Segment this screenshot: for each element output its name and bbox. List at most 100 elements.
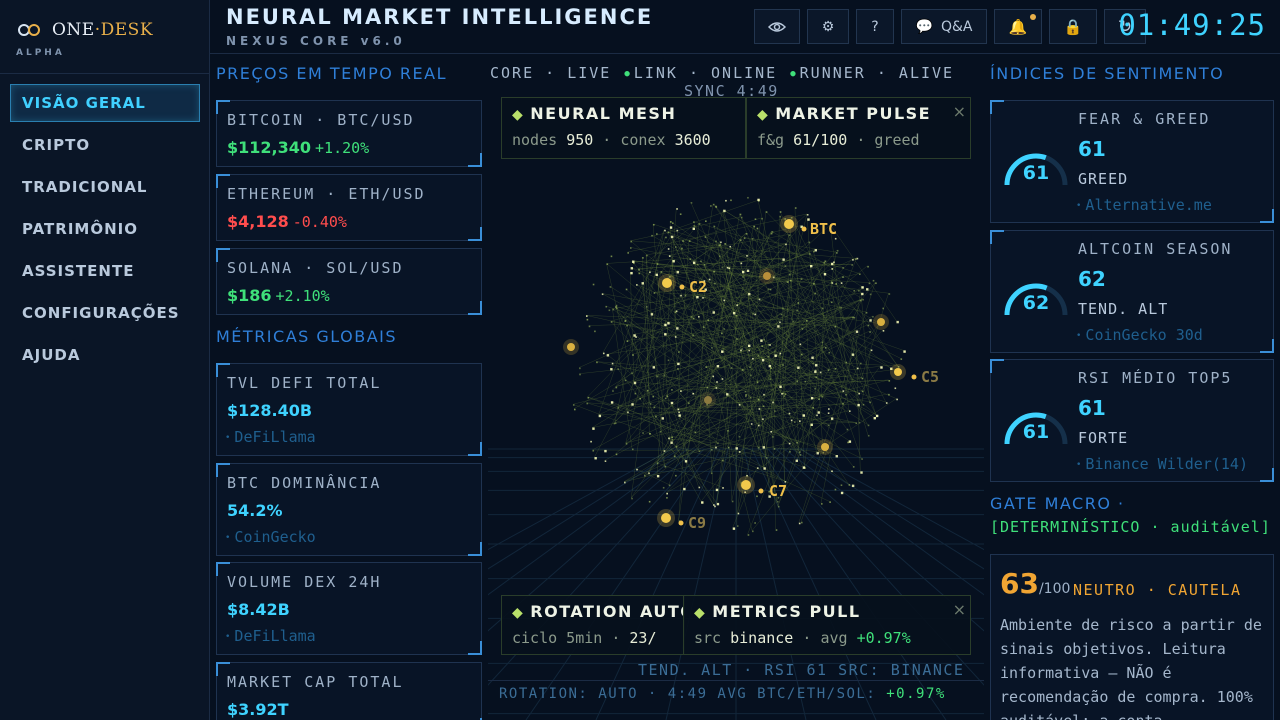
mesh-node: [723, 209, 726, 213]
panel-rotation-auto[interactable]: ROTATION AUTO ciclo 5min · 23/: [501, 595, 685, 655]
mesh-node: [834, 237, 837, 240]
hub-label-c9[interactable]: C9: [688, 514, 706, 532]
mesh-node: [785, 243, 787, 246]
mesh-node: [739, 213, 742, 216]
close-icon[interactable]: ×: [953, 600, 966, 619]
mesh-node: [787, 281, 789, 283]
gauge-card-altcoin-season[interactable]: 62 ALTCOIN SEASON 62 TEND. ALT CoinGecko…: [990, 230, 1274, 353]
mesh-node: [821, 341, 824, 344]
sidebar-item-cripto[interactable]: CRIPTO: [10, 126, 200, 164]
price-card-btc[interactable]: BITCOIN · BTC/USD $112,340 +1.20%: [216, 100, 482, 167]
mesh-node: [634, 392, 637, 395]
page-title: NEURAL MARKET INTELLIGENCE: [226, 5, 654, 29]
panel-market-pulse[interactable]: MARKET PULSE × f&g 61/100 · greed: [746, 97, 971, 159]
price-value: $4,128 -0.40%: [227, 212, 347, 231]
mesh-node: [689, 258, 692, 260]
mesh-node: [827, 369, 830, 372]
hub-label-btc[interactable]: BTC: [810, 220, 837, 238]
mesh-node: [624, 379, 627, 382]
mesh-node: [723, 299, 726, 302]
gauge-rsi-icon: 61: [1004, 412, 1068, 445]
mesh-node: [823, 262, 826, 264]
sidebar: ONE·DESK ALPHA VISÃO GERAL CRIPTO TRADIC…: [0, 0, 210, 720]
qa-button[interactable]: 💬 Q&A: [901, 9, 987, 44]
metric-card-btc-dominance[interactable]: BTC DOMINÂNCIA 54.2% CoinGecko: [216, 463, 482, 556]
panel-neural-mesh[interactable]: NEURAL MESH nodes 950 · conex 3600: [501, 97, 746, 159]
mesh-node: [617, 368, 620, 370]
mesh-node: [824, 347, 827, 349]
metric-card-tvl[interactable]: TVL DEFI TOTAL $128.40B DeFiLlama: [216, 363, 482, 456]
metric-card-dex-volume[interactable]: VOLUME DEX 24H $8.42B DeFiLlama: [216, 562, 482, 655]
mesh-node: [694, 431, 697, 434]
mesh-edge: [623, 377, 862, 483]
sidebar-item-tradicional[interactable]: TRADICIONAL: [10, 168, 200, 206]
mesh-node: [774, 410, 776, 412]
sidebar-item-assistente[interactable]: ASSISTENTE: [10, 252, 200, 290]
mesh-node: [646, 254, 648, 257]
mesh-node: [821, 395, 823, 398]
mesh-node: [804, 380, 807, 383]
mesh-edge: [652, 223, 672, 440]
mesh-node: [762, 405, 765, 408]
mesh-node: [833, 261, 835, 264]
gauge-state: TEND. ALT: [1078, 300, 1169, 318]
mesh-node: [688, 402, 690, 404]
notifications-button[interactable]: 🔔: [994, 9, 1042, 44]
price-card-eth[interactable]: ETHEREUM · ETH/USD $4,128 -0.40%: [216, 174, 482, 241]
close-icon[interactable]: ×: [953, 102, 966, 121]
hub-label-c7[interactable]: C7: [769, 482, 787, 500]
sidebar-item-visao-geral[interactable]: VISÃO GERAL: [10, 84, 200, 122]
mesh-node: [680, 390, 682, 392]
mesh-node: [767, 355, 770, 358]
mesh-node: [770, 430, 772, 433]
help-button[interactable]: ?: [856, 9, 894, 44]
mesh-node: [631, 372, 633, 375]
notification-dot: [1030, 14, 1036, 20]
metric-card-market-cap[interactable]: MARKET CAP TOTAL $3.92T: [216, 662, 482, 720]
mesh-node: [761, 217, 763, 220]
mesh-node: [821, 307, 824, 310]
mesh-node: [760, 339, 763, 342]
settings-button[interactable]: ⚙: [807, 9, 849, 44]
gauge-value: 61: [1078, 137, 1106, 161]
price-label: SOLANA · SOL/USD: [227, 259, 404, 277]
mesh-node: [774, 354, 777, 357]
price-card-sol[interactable]: SOLANA · SOL/USD $186 +2.10%: [216, 248, 482, 315]
mesh-node: [727, 446, 730, 449]
mesh-node: [779, 352, 782, 355]
logo[interactable]: ONE·DESK: [18, 20, 153, 40]
gauge-card-rsi[interactable]: 61 RSI MÉDIO TOP5 61 FORTE Binance Wilde…: [990, 359, 1274, 482]
metric-value: $8.42B: [227, 600, 290, 619]
hub-node: [784, 219, 794, 229]
mesh-node: [726, 393, 729, 396]
mesh-node: [684, 460, 688, 463]
eye-button[interactable]: [754, 9, 800, 44]
mesh-node: [774, 350, 776, 353]
mesh-node: [856, 257, 859, 260]
mesh-node: [817, 411, 820, 414]
metric-source: DeFiLlama: [225, 627, 315, 645]
mesh-node: [725, 199, 727, 202]
mesh-node: [772, 401, 774, 404]
mesh-node: [704, 236, 707, 238]
mesh-node: [788, 442, 791, 445]
mesh-node: [626, 340, 629, 343]
sidebar-item-ajuda[interactable]: AJUDA: [10, 336, 200, 374]
sidebar-item-patrimonio[interactable]: PATRIMÔNIO: [10, 210, 200, 248]
panel-metrics-pull[interactable]: METRICS PULL × src binance · avg +0.97%: [683, 595, 971, 655]
gauge-card-fear-greed[interactable]: 61 FEAR & GREED 61 GREED Alternative.me: [990, 100, 1274, 223]
mesh-node: [830, 417, 834, 420]
mesh-node: [655, 273, 658, 277]
mesh-node: [656, 474, 660, 478]
hub-label-c5[interactable]: C5: [921, 368, 939, 386]
sidebar-item-configuracoes[interactable]: CONFIGURAÇÕES: [10, 294, 200, 332]
mesh-node: [830, 281, 833, 283]
panel-title: NEURAL MESH: [512, 104, 676, 123]
hub-label-c2[interactable]: C2: [689, 278, 707, 296]
gate-macro-card[interactable]: 63/100 NEUTRO · CAUTELA Ambiente de risc…: [990, 554, 1274, 720]
sidebar-nav: VISÃO GERAL CRIPTO TRADICIONAL PATRIMÔNI…: [10, 84, 200, 378]
mesh-node: [673, 455, 676, 458]
mesh-node: [664, 323, 667, 327]
mesh-node: [816, 414, 818, 417]
lock-button[interactable]: 🔒: [1049, 9, 1097, 44]
